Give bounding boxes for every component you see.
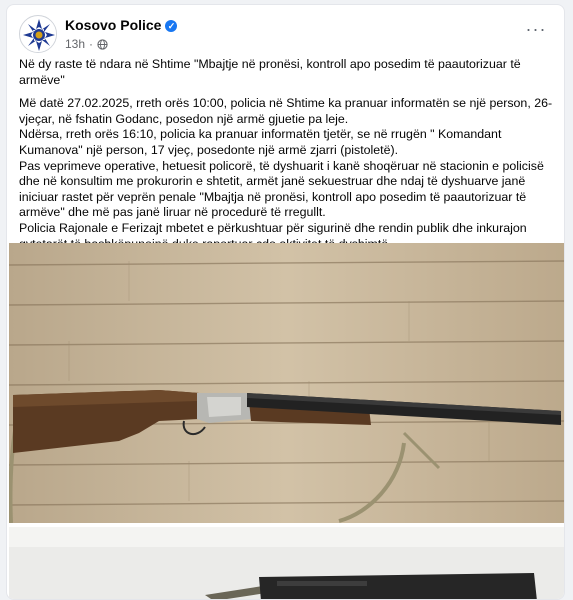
page-name-label[interactable]: Kosovo Police: [65, 17, 161, 33]
globe-icon: [97, 38, 108, 50]
page-avatar[interactable]: [19, 15, 57, 53]
facebook-post: Kosovo Police ✓ 13h · ··· Në dy raste të …: [6, 4, 565, 600]
post-header: Kosovo Police ✓ 13h · ···: [15, 13, 556, 57]
more-options-icon[interactable]: ···: [524, 20, 548, 43]
post-timestamp[interactable]: 13h: [65, 37, 85, 51]
pistol-photo-image: [9, 527, 564, 599]
post-paragraph: Më datë 27.02.2025, rreth orës 10:00, po…: [19, 96, 553, 126]
post-photo-shotgun[interactable]: [9, 243, 564, 523]
shotgun-photo-image: [9, 243, 564, 523]
verified-badge-icon: ✓: [165, 20, 178, 32]
post-headline: Në dy raste të ndara në Shtime "Mbajtje …: [19, 57, 521, 87]
kosovo-police-logo-icon: [21, 17, 56, 52]
post-paragraph: Ndërsa, rreth orës 16:10, policia ka pra…: [19, 127, 502, 157]
post-photo-pistol[interactable]: [9, 527, 564, 599]
page-name[interactable]: Kosovo Police ✓: [65, 17, 178, 33]
post-meta: 13h ·: [65, 37, 108, 51]
post-paragraph: Pas veprimeve operative, hetuesit polico…: [19, 158, 544, 220]
meta-separator: ·: [89, 37, 94, 51]
post-text: Në dy raste të ndara në Shtime "Mbajtje …: [19, 57, 559, 252]
